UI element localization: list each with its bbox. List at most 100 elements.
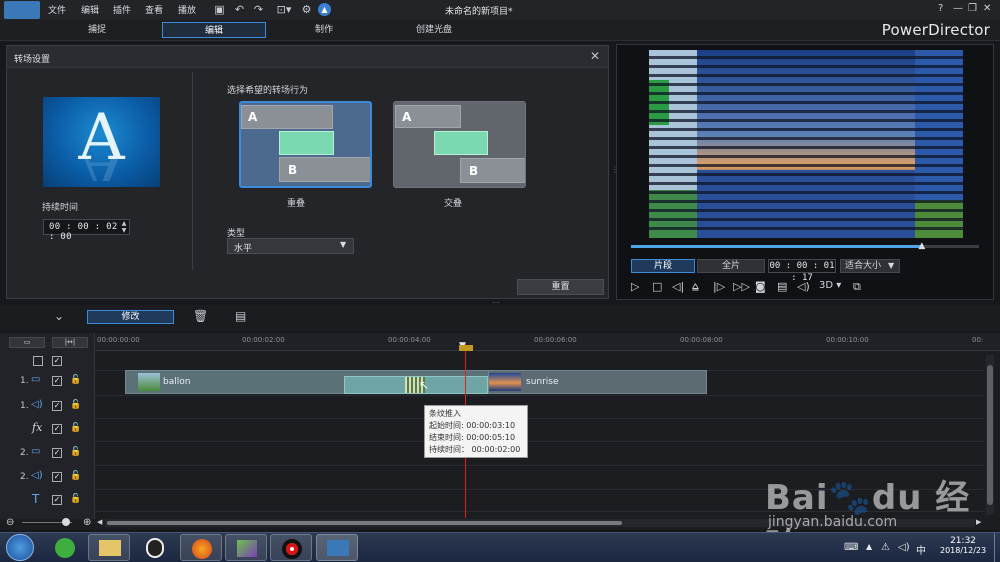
all-tracks-enable-checkbox[interactable]: ✓	[52, 356, 62, 366]
playhead-marker	[459, 345, 473, 351]
fit-timeline-button[interactable]: |↔|	[52, 337, 88, 348]
seek-handle[interactable]: ▲	[918, 241, 925, 251]
scroll-left-icon[interactable]: ◀	[97, 518, 102, 526]
display-mode-icon[interactable]: ⊡▾	[272, 3, 296, 16]
start-button[interactable]	[6, 534, 34, 561]
tab-produce[interactable]: 制作	[272, 22, 376, 38]
type-select[interactable]: 水平 ▼	[227, 238, 354, 254]
three-d-toggle[interactable]: 3D ▾	[819, 280, 841, 291]
zoom-value: 适合大小	[845, 261, 882, 271]
track-enable-checkbox[interactable]: ✓	[52, 401, 62, 411]
clip-mode-tab[interactable]: 片段	[631, 259, 695, 273]
collapse-icon[interactable]: ⌄	[54, 309, 64, 323]
undock-icon[interactable]: ⧉	[853, 280, 861, 294]
tooltip-start: 起始时间: 00:00:03:10	[429, 421, 516, 430]
tab-capture[interactable]: 捕捉	[38, 22, 156, 38]
undo-icon[interactable]: ↶	[233, 3, 246, 16]
taskbar-app-recorder[interactable]	[270, 534, 312, 561]
divider	[192, 72, 193, 270]
show-desktop-button[interactable]	[994, 533, 1000, 562]
option-cross[interactable]: A B	[393, 101, 526, 188]
preview-image	[649, 50, 963, 238]
stop-icon[interactable]: □	[652, 280, 662, 293]
split-icon[interactable]: ⩠	[692, 280, 699, 294]
menu-edit[interactable]: 编辑	[81, 3, 99, 16]
ruler-tick: 00:00:00:00	[97, 336, 140, 344]
video-clip-sunrise[interactable]: sunrise	[488, 370, 707, 394]
option-cross-label: 交叠	[444, 199, 463, 209]
taskbar-clock[interactable]: 21:32 2018/12/23	[940, 536, 986, 555]
tab-create-disc[interactable]: 创建光盘	[382, 22, 486, 38]
reset-button[interactable]: 重置	[517, 279, 604, 295]
track-number: 1.	[20, 401, 29, 411]
snapshot-icon[interactable]: ◙	[755, 280, 766, 293]
zoom-select[interactable]: 适合大小 ▼	[840, 259, 900, 273]
tray-expand-icon[interactable]: ▲	[866, 542, 872, 551]
restore-icon[interactable]: ❐	[968, 3, 977, 14]
lock-icon[interactable]: 🔓	[70, 494, 81, 504]
menu-plugins[interactable]: 插件	[113, 3, 131, 16]
option-overlap[interactable]: A B	[239, 101, 372, 188]
menu-play[interactable]: 播放	[178, 3, 196, 16]
save-icon[interactable]: ▣	[213, 3, 226, 16]
lock-icon[interactable]: 🔓	[70, 423, 81, 433]
lock-icon[interactable]: 🔓	[70, 471, 81, 481]
lock-icon[interactable]: 🔓	[70, 375, 81, 385]
vertical-splitter-handle[interactable]: ⋮	[611, 165, 619, 174]
taskbar-app-qq[interactable]	[134, 534, 176, 561]
next-frame-icon[interactable]: |▷	[713, 280, 725, 293]
fast-forward-icon[interactable]: ▷▷	[733, 280, 750, 293]
taskbar-app-firefox[interactable]	[180, 534, 222, 561]
menu-file[interactable]: 文件	[48, 3, 66, 16]
more-options-icon[interactable]: ▤	[235, 309, 246, 323]
volume-icon[interactable]: ◁)	[797, 280, 810, 293]
track-enable-checkbox[interactable]: ✓	[52, 495, 62, 505]
video-track-icon: ▭	[31, 374, 41, 385]
ruler-tick: 00:00:02:00	[242, 336, 285, 344]
play-icon[interactable]: ▷	[631, 280, 639, 293]
gear-icon[interactable]: ⚙	[300, 3, 313, 16]
lock-icon[interactable]: 🔓	[70, 447, 81, 457]
track-manager-button[interactable]: ▭	[9, 337, 45, 348]
track-enable-checkbox[interactable]: ✓	[52, 424, 62, 434]
lock-icon[interactable]: 🔓	[70, 400, 81, 410]
horizontal-scroll-thumb[interactable]	[107, 521, 622, 525]
keyboard-icon[interactable]: ⌨	[844, 542, 858, 553]
duration-value[interactable]: 00 : 00 : 02 : 00	[49, 222, 129, 242]
zoom-in-icon[interactable]: ⊕	[83, 517, 91, 528]
movie-mode-tab[interactable]: 全片	[697, 259, 765, 273]
network-alert-icon[interactable]: ⚠	[881, 542, 890, 553]
taskbar-app-explorer[interactable]	[88, 534, 130, 561]
transition-block	[434, 131, 488, 155]
track-enable-checkbox[interactable]: ✓	[52, 448, 62, 458]
duration-field[interactable]: 00 : 00 : 02 : 00 ▲ ▼	[43, 219, 130, 242]
zoom-slider-handle[interactable]	[62, 518, 70, 526]
update-icon[interactable]: ▲	[318, 3, 331, 16]
taskbar-app-powerdirector[interactable]	[316, 534, 358, 561]
clip-b-block: B	[460, 158, 525, 183]
previous-frame-icon[interactable]: ◁|	[672, 280, 684, 293]
transition-clip[interactable]	[344, 376, 488, 394]
redo-icon[interactable]: ↷	[252, 3, 265, 16]
help-icon[interactable]: ?	[938, 3, 943, 14]
language-icon[interactable]: 中	[916, 542, 926, 557]
track-enable-checkbox[interactable]: ✓	[52, 472, 62, 482]
subtitle-icon[interactable]: ▤	[777, 280, 787, 293]
menu-view[interactable]: 查看	[145, 3, 163, 16]
speaker-icon[interactable]: ◁)	[898, 542, 910, 553]
track-enable-checkbox[interactable]: ✓	[52, 376, 62, 386]
taskbar-app-update[interactable]	[44, 534, 86, 561]
close-icon[interactable]: ✕	[983, 3, 991, 14]
taskbar-app-video[interactable]	[225, 534, 267, 561]
all-tracks-view-checkbox[interactable]	[33, 356, 43, 366]
close-panel-icon[interactable]: ✕	[590, 49, 600, 63]
duration-stepper[interactable]: ▲ ▼	[119, 220, 129, 234]
modify-button[interactable]: 修改	[87, 310, 174, 324]
minimize-icon[interactable]: —	[953, 3, 963, 14]
title-track-icon: T	[32, 492, 40, 506]
preview-timecode[interactable]: 00 : 00 : 01 : 17	[768, 259, 836, 283]
trash-icon[interactable]: 🗑	[193, 309, 208, 323]
preview-seek-bar[interactable]: ▲	[631, 241, 979, 251]
zoom-out-icon[interactable]: ⊖	[6, 517, 14, 528]
tab-edit[interactable]: 编辑	[162, 22, 266, 38]
